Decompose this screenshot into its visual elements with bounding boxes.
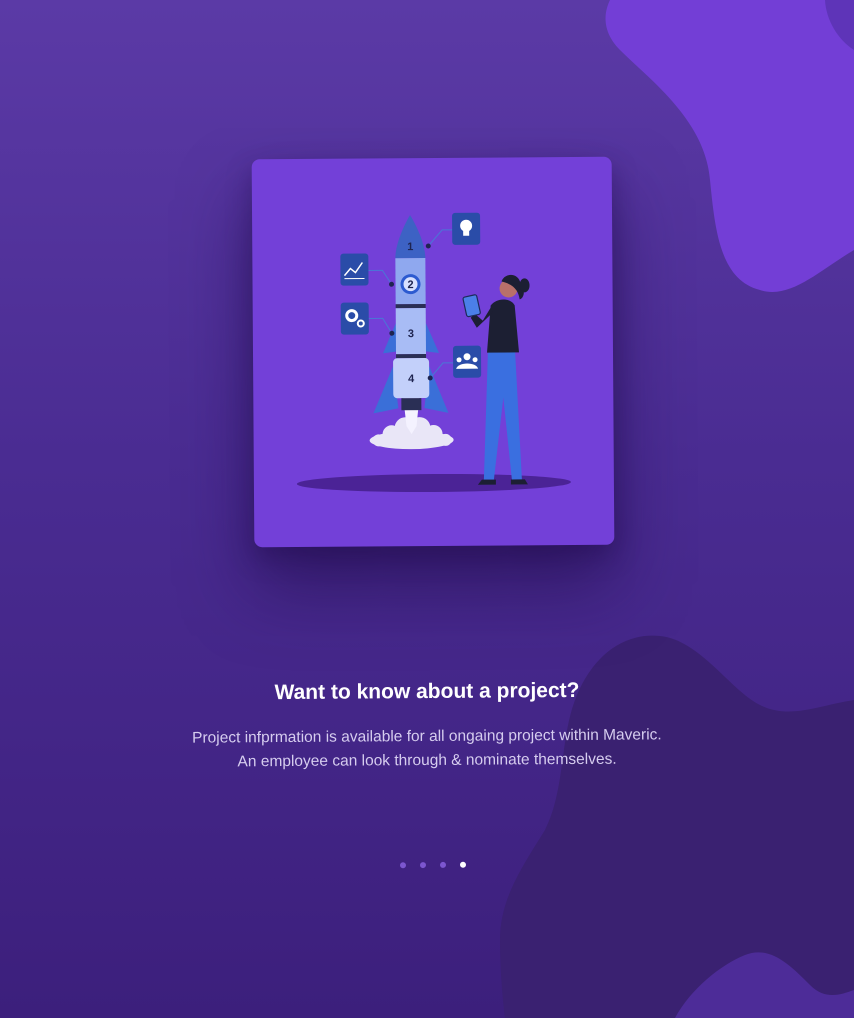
- top-right-blob: [605, 0, 854, 292]
- onboarding-title: Want to know about a project?: [274, 678, 580, 705]
- pagination-dots: [399, 861, 467, 869]
- person-torso: [487, 299, 520, 353]
- ground-shadow: [296, 473, 571, 493]
- team-icon: [452, 345, 482, 378]
- gear-icon: [340, 302, 369, 335]
- stage-1-label: 1: [407, 241, 413, 253]
- pagination-dot-3[interactable]: [439, 861, 447, 868]
- pagination-dot-2[interactable]: [419, 862, 427, 869]
- description-line-2: An employee can look through & nominate …: [237, 750, 617, 771]
- top-right-corner-blob: [825, 0, 854, 50]
- person-legs: [483, 349, 522, 480]
- stage-4-label: 4: [408, 373, 415, 385]
- person-tablet: [462, 294, 481, 318]
- illustration-card: 1 2 3 4: [251, 156, 615, 548]
- stage-2-label: 2: [407, 279, 413, 291]
- chart-icon: [340, 253, 369, 286]
- rocket-illustration: 1 2 3 4: [296, 212, 571, 493]
- person-figure: [462, 274, 530, 485]
- bottom-corner-blob: [675, 952, 854, 1018]
- rocket-fin-mid-right: [423, 323, 440, 353]
- onboarding-description: Project infprmation is available for all…: [0, 722, 854, 776]
- pagination-dot-4[interactable]: [459, 861, 467, 868]
- rocket-fin-mid-left: [383, 323, 398, 354]
- stage-3-label: 3: [408, 328, 414, 340]
- pagination-dot-1[interactable]: [399, 862, 407, 869]
- lightbulb-icon: [452, 212, 481, 245]
